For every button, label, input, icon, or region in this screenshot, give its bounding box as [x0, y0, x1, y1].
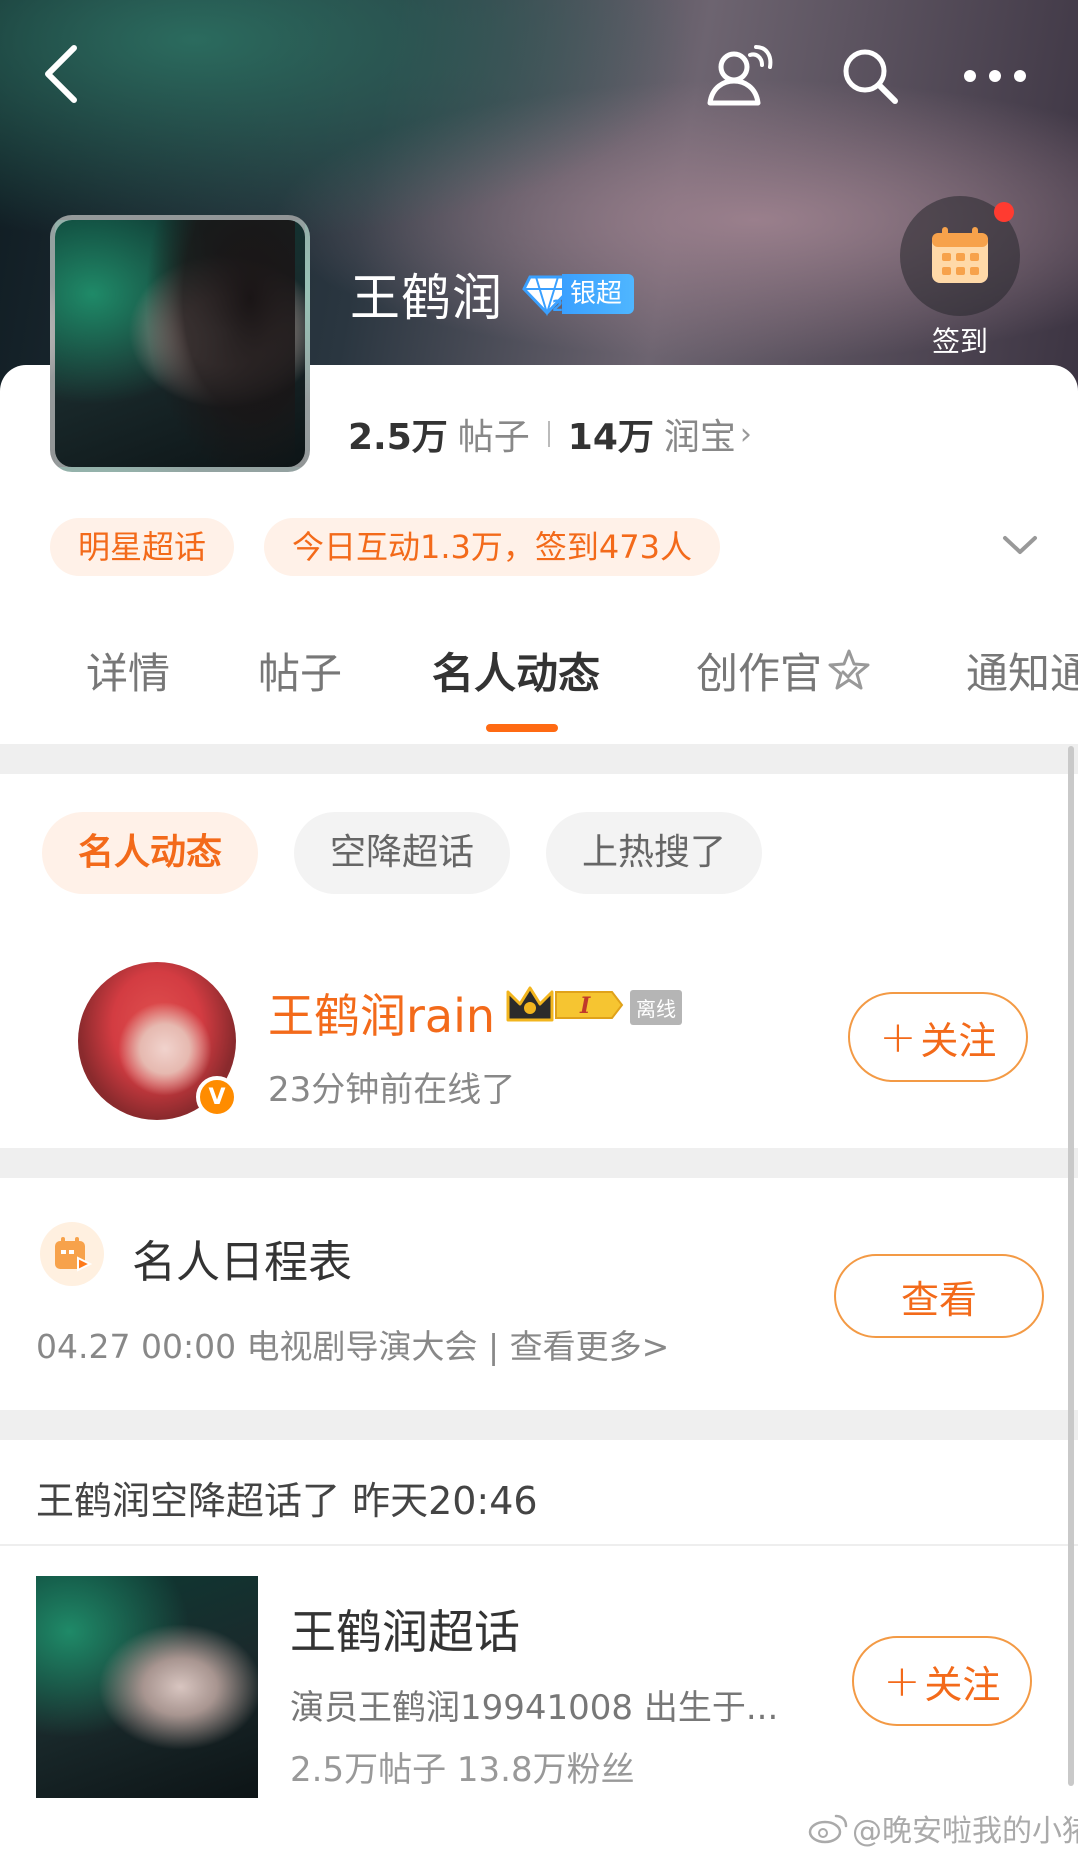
tab-posts[interactable]: 帖子: [258, 640, 342, 701]
svg-text:I: I: [579, 993, 591, 1019]
tab-creator-label: 创作官: [696, 649, 823, 698]
scrollbar[interactable]: [1068, 746, 1074, 1786]
more-options-icon[interactable]: [955, 38, 1035, 114]
chevron-down-icon[interactable]: [995, 520, 1045, 570]
fans-label: 润宝: [663, 417, 736, 458]
supertopic-name[interactable]: 王鹤润超话: [290, 1596, 520, 1662]
celebrity-name[interactable]: 王鹤润rain: [268, 980, 495, 1046]
checkin-button[interactable]: [900, 196, 1020, 316]
rank-badge[interactable]: 2 银超: [522, 272, 635, 317]
filter-celebrity-updates[interactable]: 名人动态: [42, 812, 259, 894]
fans-count: 14万: [567, 417, 654, 458]
weibo-logo-icon: [808, 1814, 848, 1844]
rank-label: 银超: [562, 274, 635, 314]
badge-star-icon: [828, 649, 870, 690]
section-divider: [0, 1148, 1078, 1178]
plus-icon: +: [879, 1011, 917, 1063]
page-title: 王鹤润: [350, 269, 503, 327]
supertopic-stats: 2.5万帖子 13.8万粉丝: [290, 1750, 635, 1790]
stats-divider: [547, 421, 550, 447]
topic-stats[interactable]: 2.5万 帖子 14万 润宝 ›: [348, 408, 752, 460]
supertopic-description: 演员王鹤润19941008 出生于...: [290, 1688, 779, 1728]
posts-count: 2.5万: [348, 417, 448, 458]
follow-label: 关注: [924, 1662, 1001, 1707]
watermark-text: @晚安啦我的小猪: [852, 1814, 1078, 1849]
tab-celebrity-updates[interactable]: 名人动态: [432, 640, 600, 701]
verified-badge-icon: V: [196, 1076, 238, 1118]
status-badge: 离线: [630, 990, 682, 1025]
section-divider: [0, 744, 1078, 774]
airdrop-notice: 王鹤润空降超话了 昨天20:46: [36, 1479, 538, 1523]
view-schedule-button[interactable]: 查看: [834, 1254, 1044, 1338]
filter-trending[interactable]: 上热搜了: [546, 812, 763, 894]
filter-airdrop[interactable]: 空降超话: [294, 812, 511, 894]
schedule-icon: [40, 1222, 104, 1286]
chevron-right-icon: ›: [739, 416, 752, 452]
topic-avatar[interactable]: [50, 215, 310, 472]
watermark: @晚安啦我的小猪: [808, 1806, 1078, 1850]
checkin-label: 签到: [931, 325, 988, 358]
back-arrow-icon[interactable]: [30, 36, 90, 112]
active-tab-indicator: [486, 724, 558, 732]
topic-chips: 明星超话 今日互动1.3万，签到473人: [50, 518, 720, 576]
notification-dot: [994, 202, 1014, 222]
last-online-text: 23分钟前在线了: [268, 1070, 516, 1110]
follow-celebrity-button[interactable]: + 关注: [848, 992, 1028, 1082]
follow-label: 关注: [920, 1018, 997, 1063]
calendar-icon: [932, 227, 988, 283]
tab-creator[interactable]: 创作官: [696, 640, 872, 701]
follow-topic-button[interactable]: + 关注: [852, 1636, 1032, 1726]
group-chat-icon[interactable]: [700, 38, 780, 114]
schedule-title: 名人日程表: [132, 1237, 352, 1288]
plus-icon: +: [883, 1655, 921, 1707]
topic-thumbnail[interactable]: [36, 1576, 258, 1798]
crown-level-icon: I: [506, 986, 624, 1022]
tab-details[interactable]: 详情: [86, 640, 170, 701]
section-divider: [0, 1410, 1078, 1440]
posts-label: 帖子: [457, 417, 530, 458]
activity-chip[interactable]: 今日互动1.3万，签到473人: [264, 518, 720, 576]
schedule-entry[interactable]: 04.27 00:00 电视剧导演大会 | 查看更多>: [36, 1320, 669, 1368]
category-chip[interactable]: 明星超话: [50, 518, 235, 576]
tab-notifications[interactable]: 通知通: [966, 640, 1078, 701]
filter-chips: 名人动态 空降超话 上热搜了: [42, 812, 763, 894]
search-icon[interactable]: [830, 38, 910, 114]
divider: [0, 1544, 1078, 1546]
